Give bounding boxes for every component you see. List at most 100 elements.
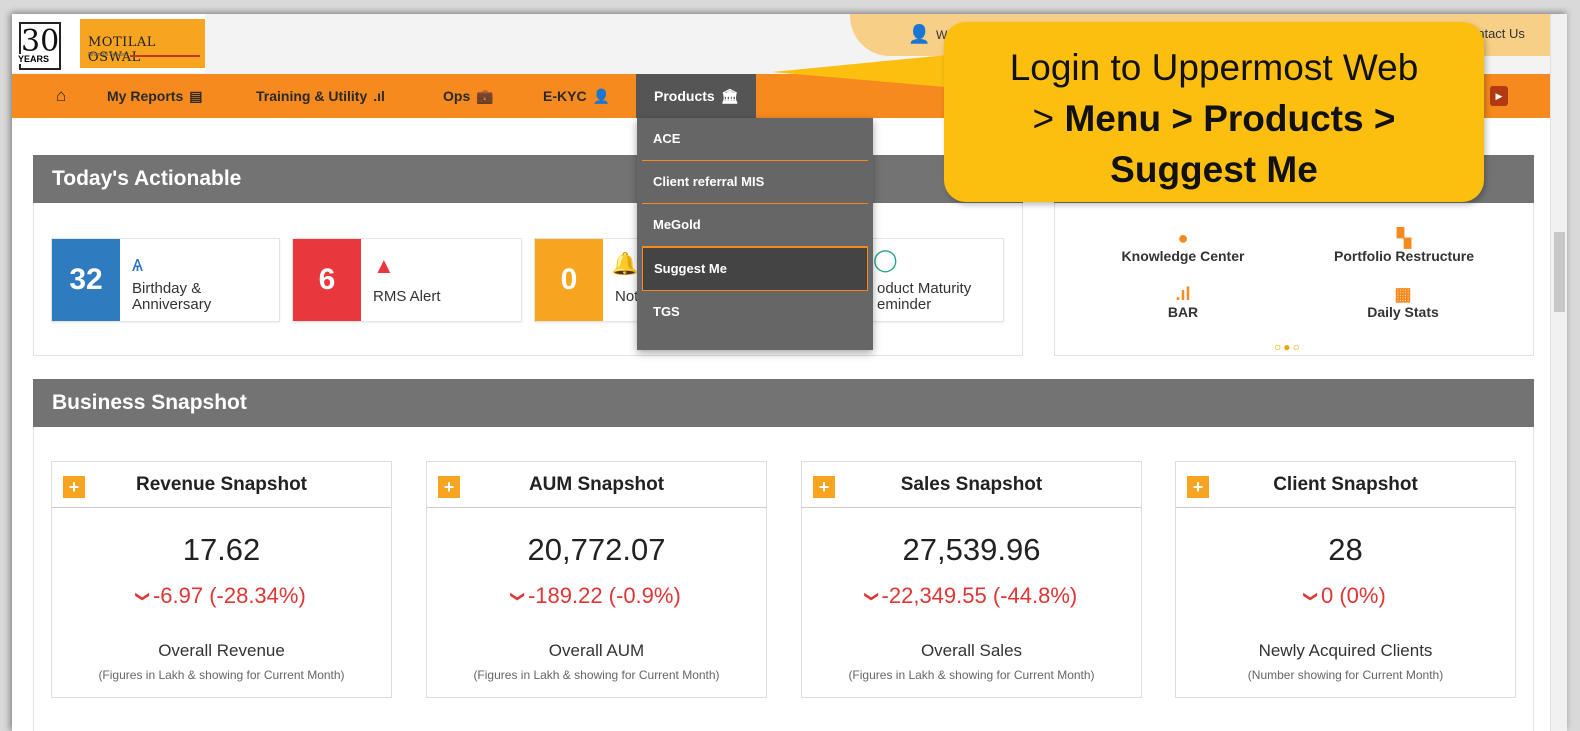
action-card-rms-alert[interactable]: 6 ▲ RMS Alert [292,238,522,322]
tool-knowledge-center-label: Knowledge Center [1121,248,1245,264]
browser-viewport: 30 YEARS MOTILAL OSWAL Financial Service… [12,14,1567,731]
tool-daily-stats[interactable]: ▦ Daily Stats [1358,284,1448,320]
sales-change: ❯-22,349.55 (-44.8%) [802,583,1141,609]
nav-training-utility-label: Training & Utility [256,88,368,104]
birthday-label: Birthday & Anniversary [132,281,211,313]
aum-change-text: -189.22 (-0.9%) [527,583,681,608]
bank-icon: 🏛 [720,88,739,104]
dropdown-item-ace[interactable]: ACE [642,118,868,161]
revenue-note: (Figures in Lakh & showing for Current M… [98,668,345,682]
aum-change: ❯-189.22 (-0.9%) [427,583,766,609]
warning-icon: ▲ [373,253,395,278]
revenue-label: Overall Revenue [158,641,285,660]
nav-my-reports[interactable]: My Reports ▤ [107,74,202,118]
portfolio-restructure-icon: ▚ [1397,228,1411,248]
sales-label: Overall Sales [920,641,1023,660]
report-icon: ▤ [189,88,203,104]
nav-products[interactable]: Products 🏛 [636,74,757,118]
callout-pointer [772,54,957,88]
business-snapshot-header: Business Snapshot [33,379,1534,427]
brand-sub: Financial Services [88,52,129,58]
sales-value: 27,539.96 [902,532,1041,567]
dropdown-item-megold[interactable]: MeGold [642,204,868,247]
tool-bar-label: BAR [1167,304,1199,320]
sales-snapshot-title: Sales Snapshot [802,462,1141,508]
callout-line3: Suggest Me [944,144,1484,195]
birthday-count: 32 [52,239,120,321]
logo[interactable]: 30 YEARS MOTILAL OSWAL Financial Service… [12,14,205,73]
callout-line2-bold: Menu > Products > [1064,98,1396,139]
dropdown-item-client-referral-mis[interactable]: Client referral MIS [642,161,868,204]
calendar-icon: ▦ [1394,284,1412,304]
client-label: Newly Acquired Clients [1258,641,1433,660]
bar-chart-icon: .ıl [373,88,385,104]
action-card-birthday[interactable]: 32 ѧ Birthday & Anniversary [51,238,280,322]
nav-products-label: Products [654,88,715,104]
scrollbar-thumb[interactable] [1554,232,1565,312]
nav-ekyc[interactable]: E-KYC 👤 [543,74,610,118]
aum-note: (Figures in Lakh & showing for Current M… [473,668,720,682]
rms-alert-count: 6 [293,239,361,321]
birthday-label-1: Birthday & [132,280,202,297]
aum-snapshot-title: AUM Snapshot [427,462,766,508]
actionable-header: Today's Actionable [33,155,1023,203]
birthday-label-2: Anniversary [132,296,212,313]
chevron-down-icon: ❯ [510,590,527,603]
sales-note: (Figures in Lakh & showing for Current M… [848,668,1095,682]
bell-icon: 🔔 [611,251,639,276]
tool-knowledge-center[interactable]: ● Knowledge Center [1117,228,1249,264]
client-snapshot-card: Client Snapshot + 28 ❯0 (0%) Newly Acqui… [1175,461,1516,698]
dropdown-item-tgs[interactable]: TGS [642,291,868,333]
notifications-label: Not [615,288,639,305]
notifications-count: 0 [535,239,603,321]
nav-ops[interactable]: Ops 💼 [443,74,494,118]
expand-plus-icon[interactable]: + [438,476,460,498]
youtube-icon[interactable]: ▶ [1490,86,1508,106]
client-change-text: 0 (0%) [1320,583,1386,608]
bar-icon: .ıl [1175,284,1191,304]
revenue-change: ❯-6.97 (-28.34%) [52,583,391,609]
dropdown-item-suggest-me[interactable]: Suggest Me [642,247,868,291]
user-icon: 👤 [592,88,610,104]
revenue-snapshot-card: Revenue Snapshot + 17.62 ❯-6.97 (-28.34%… [51,461,392,698]
page-scrollbar[interactable] [1550,14,1567,731]
tools-body [1054,203,1534,356]
tool-portfolio-restructure-label: Portfolio Restructure [1333,248,1474,264]
knowledge-center-icon: ● [1177,228,1189,248]
revenue-change-text: -6.97 (-28.34%) [152,583,306,608]
home-icon[interactable]: ⌂ [56,74,66,118]
product-maturity-label-2: eminder [877,296,932,313]
products-dropdown: ACE Client referral MIS MeGold Suggest M… [637,118,873,350]
brand-logo: MOTILAL OSWAL Financial Services [80,19,205,68]
sales-change-text: -22,349.55 (-44.8%) [881,583,1078,608]
user-avatar-icon[interactable]: 👤 [908,24,930,45]
expand-plus-icon[interactable]: + [1187,476,1209,498]
aum-snapshot-card: AUM Snapshot + 20,772.07 ❯-189.22 (-0.9%… [426,461,767,698]
tool-daily-stats-label: Daily Stats [1367,304,1439,320]
tool-bar[interactable]: .ıl BAR [1152,284,1214,320]
clock-icon: ◯ [873,247,898,272]
revenue-snapshot-title: Revenue Snapshot [52,462,391,508]
chevron-down-icon: ❯ [1303,590,1320,603]
briefcase-icon: 💼 [476,88,494,104]
revenue-value: 17.62 [182,532,261,567]
nav-ops-label: Ops [443,88,471,104]
client-value: 28 [1328,532,1363,567]
instruction-callout: Login to Uppermost Web > Menu > Products… [944,22,1484,202]
logo-years-label: YEARS [17,54,51,64]
tool-portfolio-restructure[interactable]: ▚ Portfolio Restructure [1328,228,1480,264]
nav-training-utility[interactable]: Training & Utility .ıl [256,74,385,118]
carousel-dots[interactable]: ○●○ [1274,340,1302,354]
aum-value: 20,772.07 [527,532,666,567]
expand-plus-icon[interactable]: + [63,476,85,498]
callout-line2-prefix: > [1032,98,1065,139]
aum-label: Overall AUM [548,641,645,660]
birthday-cake-icon: ѧ [132,251,143,276]
nav-ekyc-label: E-KYC [543,88,587,104]
callout-line3-bold: Suggest Me [1110,149,1318,190]
expand-plus-icon[interactable]: + [813,476,835,498]
brand-name: MOTILAL OSWAL [88,35,156,65]
callout-line2: > Menu > Products > [944,93,1484,144]
product-maturity-label: oduct Maturity eminder [877,281,971,313]
sales-snapshot-card: Sales Snapshot + 27,539.96 ❯-22,349.55 (… [801,461,1142,698]
